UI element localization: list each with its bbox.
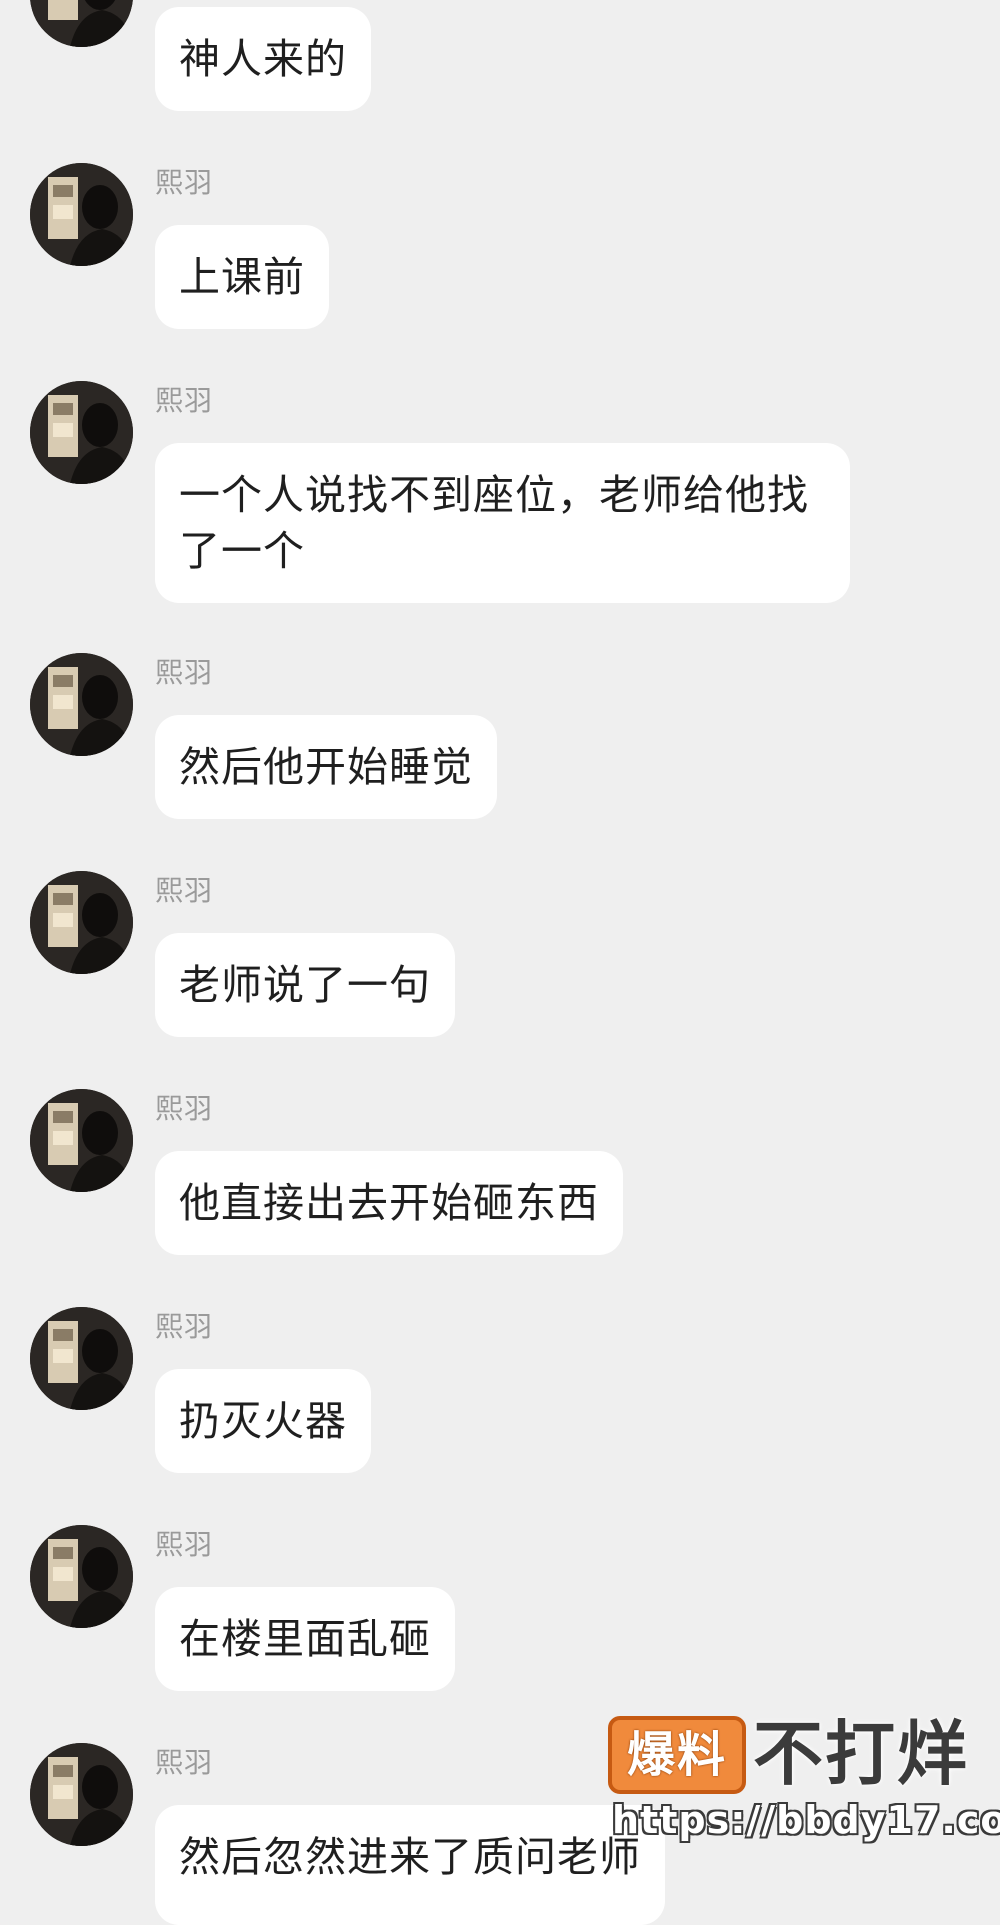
sender-avatar-icon[interactable] — [30, 1307, 133, 1410]
sender-name: 熙羽 — [155, 1310, 214, 1343]
sender-avatar-icon[interactable] — [30, 871, 133, 974]
message-bubble[interactable]: 他直接出去开始砸东西 — [155, 1151, 623, 1255]
message-text: 扔灭火器 — [179, 1397, 347, 1445]
sender-avatar-icon[interactable] — [30, 163, 133, 266]
sender-avatar-icon[interactable] — [30, 1743, 133, 1846]
sender-name: 熙羽 — [155, 656, 214, 689]
message-text: 然后他开始睡觉 — [179, 743, 473, 791]
sender-avatar-icon[interactable] — [30, 1525, 133, 1628]
sender-name: 熙羽 — [155, 166, 214, 199]
message-bubble[interactable]: 扔灭火器 — [155, 1369, 371, 1473]
message-bubble[interactable]: 一个人说找不到座位，老师给他找了一个 — [155, 443, 850, 603]
message-text: 然后忽然进来了质问老师 — [179, 1833, 641, 1881]
message-text: 一个人说找不到座位，老师给他找了一个 — [179, 471, 809, 575]
message-text: 神人来的 — [179, 35, 347, 83]
chat-message-list[interactable]: 神人来的 熙羽 上课前 熙羽 一个人说找不到座位，老师给他找了一个 熙羽 然后他… — [0, 0, 1000, 1925]
message-text: 上课前 — [179, 253, 305, 301]
message-text: 老师说了一句 — [179, 961, 431, 1009]
message-text: 在楼里面乱砸 — [179, 1615, 431, 1663]
message-bubble[interactable]: 上课前 — [155, 225, 329, 329]
watermark-url: https://bbdy17.com — [612, 1798, 1000, 1842]
sender-name: 熙羽 — [155, 1092, 214, 1125]
sender-avatar-icon[interactable] — [30, 381, 133, 484]
message-text: 他直接出去开始砸东西 — [179, 1179, 599, 1227]
sender-avatar-icon[interactable] — [30, 1089, 133, 1192]
watermark-badge: 爆料 — [608, 1716, 746, 1794]
sender-name: 熙羽 — [155, 874, 214, 907]
sender-name: 熙羽 — [155, 384, 214, 417]
message-bubble[interactable]: 然后忽然进来了质问老师 — [155, 1805, 665, 1925]
sender-avatar-icon[interactable] — [30, 0, 133, 47]
sender-name: 熙羽 — [155, 1746, 214, 1779]
message-bubble[interactable]: 老师说了一句 — [155, 933, 455, 1037]
site-watermark: 爆料 不打烊 https://bbdy17.com — [608, 1712, 1000, 1842]
message-bubble[interactable]: 然后他开始睡觉 — [155, 715, 497, 819]
sender-name: 熙羽 — [155, 1528, 214, 1561]
sender-avatar-icon[interactable] — [30, 653, 133, 756]
message-bubble[interactable]: 在楼里面乱砸 — [155, 1587, 455, 1691]
watermark-title: 不打烊 — [753, 1713, 969, 1795]
message-bubble[interactable]: 神人来的 — [155, 7, 371, 111]
